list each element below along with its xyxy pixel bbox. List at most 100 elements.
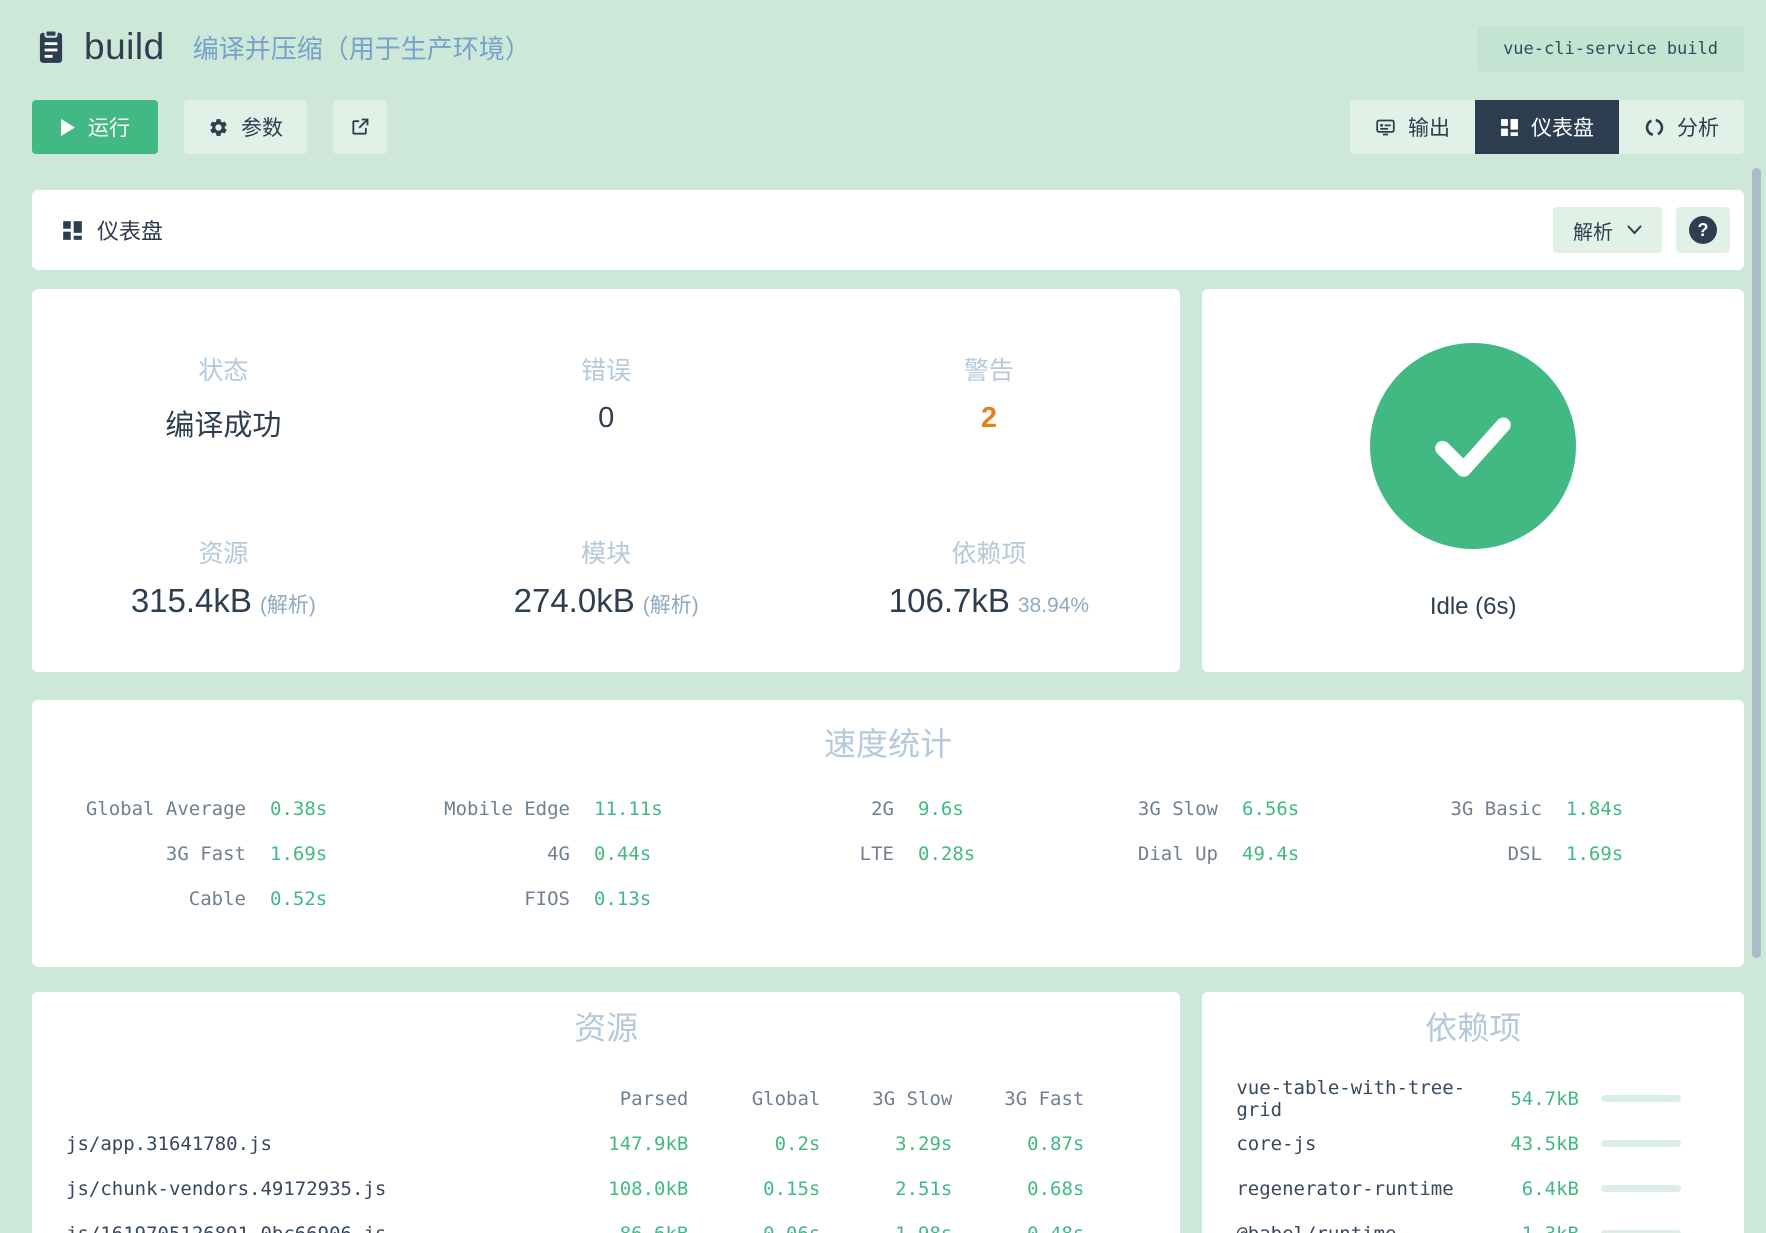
speed-stat: FIOS 0.13s [402, 888, 726, 910]
dependency-name: regenerator-runtime [1236, 1177, 1454, 1200]
speed-stat-value: 0.44s [594, 843, 652, 865]
dependency-row: @babel/runtime 1.3kB [1236, 1211, 1681, 1233]
dashboard-icon [1501, 118, 1518, 136]
speed-stat: LTE 0.28s [726, 843, 1050, 865]
stat-value: 106.7kB 38.94% [798, 582, 1181, 620]
speed-stat-value: 1.84s [1566, 798, 1624, 820]
stat-value-suffix: (解析) [259, 594, 316, 617]
speed-stat: Dial Up 49.4s [1050, 843, 1374, 865]
speed-stats-title: 速度统计 [823, 726, 952, 762]
speed-stat-label: 4G [547, 843, 570, 865]
tab-output[interactable]: 输出 [1350, 100, 1475, 154]
assets-table: Parsed Global 3G Slow 3G Fast js/app.316… [32, 1076, 1180, 1233]
assets-card: 资源 Parsed Global 3G Slow 3G Fast js/app.… [32, 992, 1181, 1233]
stats-row: 状态 编译成功 错误 0 警告 2 资源 315.4kB (解析) 模块 274… [32, 289, 1744, 672]
page-subtitle: 编译并压缩（用于生产环境） [192, 33, 531, 64]
clipboard-icon [39, 29, 63, 63]
speed-stat: 4G 0.44s [402, 843, 726, 865]
stat-value-suffix: 38.94% [1017, 594, 1090, 617]
speed-stat-value: 1.69s [1566, 843, 1624, 865]
asset-row-3g-fast: 0.68s [1027, 1177, 1085, 1200]
speed-stat-label: Dial Up [1137, 843, 1218, 865]
open-external-button[interactable] [333, 100, 387, 154]
asset-row-global: 0.06s [688, 1211, 820, 1233]
task-header: build 编译并压缩（用于生产环境） vue-cli-service buil… [0, 0, 1766, 154]
status-success-circle [1370, 343, 1577, 549]
stat-value-number: 106.7kB [888, 582, 1010, 619]
stat-value: 编译成功 [165, 410, 282, 442]
dashboard-bar: 仪表盘 解析 ? [32, 190, 1744, 270]
tab-analyzer-label: 分析 [1677, 117, 1719, 140]
vertical-scrollbar-thumb[interactable] [1752, 168, 1761, 958]
dependency-name: vue-table-with-tree-grid [1236, 1076, 1466, 1121]
external-link-icon [352, 118, 369, 135]
tab-output-label: 输出 [1408, 117, 1450, 140]
tab-dashboard-label: 仪表盘 [1531, 117, 1594, 140]
task-content: 仪表盘 解析 ? 状态 编译成功 错误 0 警告 2 资源 315.4kB (解… [0, 190, 1766, 1233]
chevron-down-icon [1627, 225, 1642, 235]
asset-row-global: 0.15s [763, 1177, 821, 1200]
stat-label: 错误 [581, 357, 632, 385]
question-mark-icon: ? [1689, 216, 1717, 244]
tab-analyzer[interactable]: 分析 [1619, 100, 1744, 154]
asset-row-parsed: 108.0kB [608, 1177, 689, 1200]
check-icon [1435, 417, 1511, 477]
stat-value-suffix: (解析) [642, 594, 699, 617]
dependency-size: 54.7kB [1510, 1087, 1579, 1110]
speed-stat: 3G Fast 1.69s [78, 843, 402, 865]
speed-stat: Global Average 0.38s [78, 798, 402, 820]
speed-stat-value: 11.11s [594, 798, 663, 820]
dependencies-list: vue-table-with-tree-grid 54.7kB core-js … [1202, 1076, 1744, 1233]
asset-row-global: 0.2s [774, 1132, 821, 1155]
speed-stat: 3G Basic 1.84s [1374, 798, 1698, 820]
command-badge: vue-cli-service build [1477, 26, 1744, 72]
asset-row-3g-slow: 2.51s [895, 1177, 953, 1200]
assets-header-spacer [66, 1076, 556, 1121]
asset-row-parsed: 86.6kB [556, 1211, 689, 1233]
build-status-card: Idle (6s) [1202, 289, 1744, 672]
build-stats-card: 状态 编译成功 错误 0 警告 2 资源 315.4kB (解析) 模块 274… [32, 289, 1181, 672]
speed-stat-label: DSL [1507, 843, 1542, 865]
vue-ui-task-page: build 编译并压缩（用于生产环境） vue-cli-service buil… [0, 0, 1766, 1233]
speed-stat-value: 0.28s [918, 843, 976, 865]
speed-stat: Mobile Edge 11.11s [402, 798, 726, 820]
assets-column-header: Parsed [619, 1087, 689, 1110]
speed-stat-label: FIOS [524, 888, 570, 910]
speed-stat-label: Global Average [85, 798, 246, 820]
gear-icon [210, 118, 227, 136]
help-button[interactable]: ? [1676, 207, 1730, 253]
stat-warnings: 警告 2 [798, 351, 1181, 444]
stat-value: 274.0kB (解析) [415, 582, 798, 620]
run-button[interactable]: 运行 [32, 100, 158, 154]
asset-row-3g-fast: 0.87s [1027, 1132, 1085, 1155]
speed-stat-label: 3G Basic [1450, 798, 1542, 820]
stat-label: 警告 [963, 357, 1014, 385]
speed-stat-value: 0.13s [594, 888, 652, 910]
dashboard-bar-title: 仪表盘 [97, 219, 164, 244]
dashboard-icon [63, 220, 82, 240]
dependency-row: core-js 43.5kB [1236, 1121, 1681, 1166]
dependency-row: regenerator-runtime 6.4kB [1236, 1166, 1681, 1211]
speed-stats-card: 速度统计 Global Average 0.38s Mobile Edge 11.1… [32, 700, 1744, 967]
tab-dashboard[interactable]: 仪表盘 [1475, 100, 1619, 154]
parameters-button-label: 参数 [241, 117, 283, 140]
speed-stat-label: LTE [859, 843, 894, 865]
speed-stat: DSL 1.69s [1374, 843, 1698, 865]
dependency-row: vue-table-with-tree-grid 54.7kB [1236, 1076, 1681, 1121]
stat-label: 资源 [198, 540, 249, 568]
parameters-button[interactable]: 参数 [184, 100, 307, 154]
assets-column-header: Global [751, 1087, 821, 1110]
dependencies-card: 依赖项 vue-table-with-tree-grid 54.7kB core… [1202, 992, 1744, 1233]
asset-row-name: js/chunk-vendors.49172935.js [66, 1177, 387, 1200]
stat-value: 2 [980, 402, 997, 434]
asset-row-3g-slow: 1.98s [820, 1211, 952, 1233]
speed-stat: 3G Slow 6.56s [1050, 798, 1374, 820]
view-tabbar: 输出 仪表盘 分析 [1350, 100, 1744, 154]
stat-label: 模块 [581, 540, 632, 568]
speed-stat: 2G 9.6s [726, 798, 1050, 820]
speed-stat-value: 0.38s [270, 798, 328, 820]
dependencies-title: 依赖项 [1425, 1010, 1522, 1046]
stat-value-number: 274.0kB [513, 582, 635, 619]
stat-label: 状态 [198, 357, 249, 385]
size-mode-dropdown[interactable]: 解析 [1553, 207, 1662, 253]
